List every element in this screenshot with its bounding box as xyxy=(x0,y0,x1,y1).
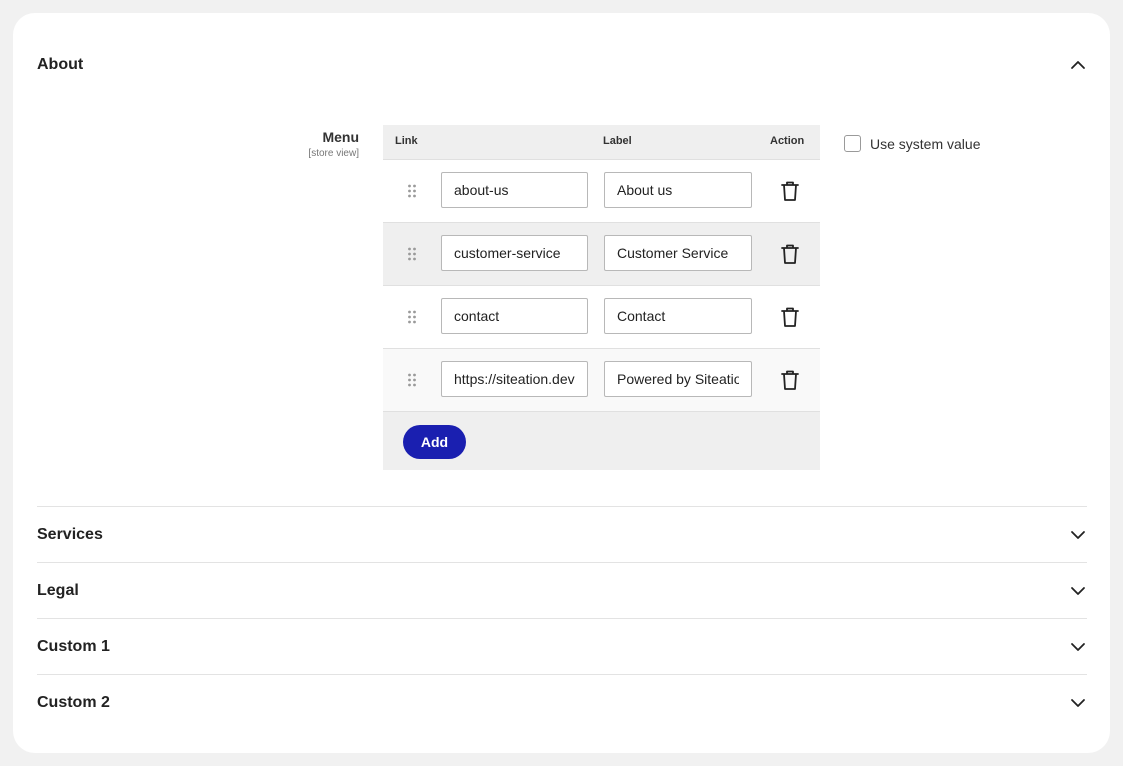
link-input[interactable] xyxy=(441,235,588,271)
label-input[interactable] xyxy=(604,235,752,271)
drag-handle-icon[interactable] xyxy=(407,310,417,324)
section-title-custom-2: Custom 2 xyxy=(37,694,110,711)
section-title-services: Services xyxy=(37,526,103,543)
trash-icon[interactable] xyxy=(780,243,800,265)
chevron-down-icon[interactable] xyxy=(1069,526,1087,544)
drag-handle-icon[interactable] xyxy=(407,184,417,198)
drag-handle-icon[interactable] xyxy=(407,247,417,261)
section-header-custom-1[interactable]: Custom 1 xyxy=(37,619,1087,675)
use-system-value-checkbox[interactable] xyxy=(844,135,861,152)
add-button[interactable]: Add xyxy=(403,425,466,459)
scope-label: [store view] xyxy=(308,148,359,159)
table-row xyxy=(383,159,820,222)
chevron-down-icon[interactable] xyxy=(1069,582,1087,600)
table-row xyxy=(383,285,820,348)
table-footer: Add xyxy=(383,411,820,470)
table-row xyxy=(383,348,820,411)
column-header-label: Label xyxy=(603,135,632,147)
link-input[interactable] xyxy=(441,298,588,334)
trash-icon[interactable] xyxy=(780,180,800,202)
section-header-custom-2[interactable]: Custom 2 xyxy=(37,675,1087,731)
label-input[interactable] xyxy=(604,298,752,334)
config-card: About Menu [store view] Link Label Actio… xyxy=(13,13,1110,753)
section-header-about[interactable]: About xyxy=(37,37,1087,93)
link-input[interactable] xyxy=(441,172,588,208)
field-label-menu: Menu [store view] xyxy=(308,129,359,159)
section-header-services[interactable]: Services xyxy=(37,507,1087,563)
use-system-value-toggle[interactable]: Use system value xyxy=(844,135,980,152)
table-header: Link Label Action xyxy=(383,125,820,159)
chevron-up-icon[interactable] xyxy=(1069,56,1087,74)
menu-links-table: Link Label Action about-us About us cust… xyxy=(383,125,820,470)
link-input[interactable] xyxy=(441,361,588,397)
drag-handle-icon[interactable] xyxy=(407,373,417,387)
table-row xyxy=(383,222,820,285)
label-input[interactable] xyxy=(604,172,752,208)
section-title-about: About xyxy=(37,56,84,73)
menu-label: Menu xyxy=(322,129,359,145)
label-input[interactable] xyxy=(604,361,752,397)
trash-icon[interactable] xyxy=(780,369,800,391)
chevron-down-icon[interactable] xyxy=(1069,694,1087,712)
chevron-down-icon[interactable] xyxy=(1069,638,1087,656)
column-header-link: Link xyxy=(395,135,418,147)
trash-icon[interactable] xyxy=(780,306,800,328)
section-title-custom-1: Custom 1 xyxy=(37,638,110,655)
column-header-action: Action xyxy=(770,135,805,147)
section-header-legal[interactable]: Legal xyxy=(37,563,1087,619)
section-title-legal: Legal xyxy=(37,582,79,599)
use-system-value-label: Use system value xyxy=(870,135,981,152)
